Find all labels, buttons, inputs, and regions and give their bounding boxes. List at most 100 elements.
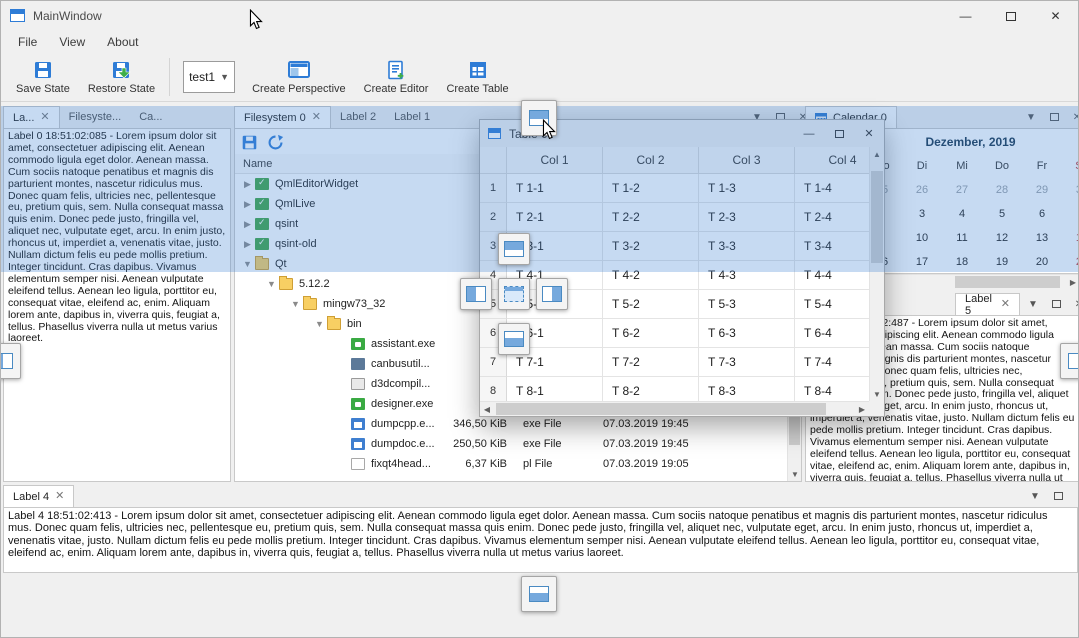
menu-view[interactable]: View (48, 31, 96, 53)
tab-close-icon[interactable]: ✕ (312, 112, 321, 123)
expanded-arrow-icon[interactable]: ▼ (241, 259, 254, 269)
scroll-left-icon[interactable]: ◀ (480, 402, 494, 416)
expanded-arrow-icon[interactable]: ▼ (313, 319, 326, 329)
table-vscrollbar[interactable]: ▲ ▼ (869, 147, 884, 401)
tab-close-icon[interactable]: ✕ (1001, 299, 1010, 310)
tab-label0[interactable]: La...✕ (3, 106, 60, 128)
row-header[interactable]: 2 (480, 203, 507, 232)
dock-float-icon[interactable] (1048, 296, 1064, 312)
fs-refresh-button[interactable] (265, 132, 285, 152)
create-editor-button[interactable]: Create Editor (355, 54, 438, 100)
dock-float-icon[interactable] (1050, 488, 1066, 504)
row-header[interactable]: 8 (480, 377, 507, 401)
tab-close-icon[interactable]: ✕ (55, 491, 64, 502)
table-cell[interactable]: T 5-3 (699, 290, 795, 319)
calendar-day[interactable]: 17 (902, 250, 942, 274)
calendar-day[interactable]: 6 (1022, 202, 1062, 226)
calendar-day[interactable]: 14 (1062, 226, 1079, 250)
calendar-day[interactable]: 3 (902, 202, 942, 226)
perspective-combo[interactable]: test1 ▼ (183, 61, 235, 93)
scroll-thumb[interactable] (955, 276, 1060, 288)
table-cell[interactable]: T 3-2 (603, 232, 699, 261)
calendar-day[interactable]: 26 (902, 178, 942, 202)
menu-file[interactable]: File (7, 31, 48, 53)
tree-row[interactable]: fixqt4head...6,37 KiBpl File07.03.2019 1… (235, 454, 787, 474)
fs-save-button[interactable] (239, 132, 259, 152)
expanded-arrow-icon[interactable]: ▼ (265, 279, 278, 289)
calendar-day[interactable]: 19 (982, 250, 1022, 274)
table-cell[interactable]: T 1-1 (507, 174, 603, 203)
dock-close-icon[interactable]: ✕ (1069, 109, 1079, 125)
table-cell[interactable]: T 6-4 (795, 319, 869, 348)
calendar-day[interactable]: 20 (1022, 250, 1062, 274)
scroll-down-icon[interactable]: ▼ (788, 467, 802, 481)
drop-indicator-left-edge[interactable] (0, 343, 21, 379)
maximize-button[interactable] (988, 1, 1033, 31)
table-hscrollbar[interactable]: ◀ ▶ (480, 401, 869, 416)
maximize-button[interactable] (824, 120, 854, 147)
table-cell[interactable]: T 8-4 (795, 377, 869, 401)
calendar-day[interactable]: 28 (982, 178, 1022, 202)
table-cell[interactable]: T 8-3 (699, 377, 795, 401)
tab-label2[interactable]: Label 2 (331, 106, 385, 128)
table-cell[interactable]: T 2-2 (603, 203, 699, 232)
table-cell[interactable]: T 1-2 (603, 174, 699, 203)
close-button[interactable]: ✕ (1033, 1, 1078, 31)
drop-indicator-area-bottom[interactable] (498, 323, 530, 355)
calendar-day[interactable]: 7 (1062, 202, 1079, 226)
calendar-day[interactable]: 12 (982, 226, 1022, 250)
calendar-day[interactable]: 30 (1062, 178, 1079, 202)
dock-menu-icon[interactable]: ▼ (1027, 488, 1043, 504)
table-cell[interactable]: T 2-1 (507, 203, 603, 232)
column-header[interactable]: Col 2 (603, 147, 699, 174)
tab-filesystem0[interactable]: Filesystem 0✕ (234, 106, 331, 128)
create-perspective-button[interactable]: Create Perspective (243, 54, 355, 100)
calendar-day[interactable]: 18 (942, 250, 982, 274)
tab-label4[interactable]: Label 4✕ (3, 485, 74, 507)
column-header[interactable]: Col 1 (507, 147, 603, 174)
row-header[interactable]: 1 (480, 174, 507, 203)
drop-indicator-area-center[interactable] (498, 278, 530, 310)
table-cell[interactable]: T 4-3 (699, 261, 795, 290)
collapsed-arrow-icon[interactable]: ▶ (241, 239, 254, 250)
calendar-month-title[interactable]: Dezember, 2019 (866, 135, 1075, 149)
tab-label5[interactable]: Label 5✕ (955, 293, 1020, 315)
menu-about[interactable]: About (96, 31, 149, 53)
calendar-day[interactable]: 11 (942, 226, 982, 250)
table-cell[interactable]: T 3-4 (795, 232, 869, 261)
table-cell[interactable]: T 2-4 (795, 203, 869, 232)
drop-indicator-area-right[interactable] (536, 278, 568, 310)
minimize-button[interactable]: — (794, 120, 824, 147)
scroll-thumb[interactable] (496, 403, 826, 415)
table-cell[interactable]: T 2-3 (699, 203, 795, 232)
restore-state-button[interactable]: Restore State (79, 54, 164, 100)
table-corner-header[interactable] (480, 147, 507, 174)
dock-float-icon[interactable] (1046, 109, 1062, 125)
table-cell[interactable]: T 7-4 (795, 348, 869, 377)
drop-indicator-bottom-edge[interactable] (521, 576, 557, 612)
table-cell[interactable]: T 5-2 (603, 290, 699, 319)
drop-indicator-top-edge[interactable] (521, 100, 557, 136)
dock-menu-icon[interactable]: ▼ (1023, 109, 1039, 125)
table-cell[interactable]: T 1-3 (699, 174, 795, 203)
drop-indicator-area-top[interactable] (498, 233, 530, 265)
minimize-button[interactable]: — (943, 1, 988, 31)
table-cell[interactable]: T 6-2 (603, 319, 699, 348)
tree-row[interactable]: dumpcpp.e...346,50 KiBexe File07.03.2019… (235, 414, 787, 434)
calendar-day[interactable]: 27 (942, 178, 982, 202)
scroll-right-icon[interactable]: ▶ (855, 402, 869, 416)
calendar-day[interactable]: 29 (1022, 178, 1062, 202)
scroll-thumb[interactable] (871, 171, 883, 263)
table-cell[interactable]: T 8-1 (507, 377, 603, 401)
collapsed-arrow-icon[interactable]: ▶ (241, 219, 254, 230)
table-cell[interactable]: T 5-4 (795, 290, 869, 319)
scroll-down-icon[interactable]: ▼ (870, 387, 884, 401)
create-table-button[interactable]: Create Table (437, 54, 517, 100)
drop-indicator-right-edge[interactable] (1060, 343, 1079, 379)
tab-filesystem-left[interactable]: Filesyste... (60, 106, 131, 128)
tree-row[interactable]: dumpdoc.e...250,50 KiBexe File07.03.2019… (235, 434, 787, 454)
calendar-day[interactable]: 10 (902, 226, 942, 250)
tab-label1[interactable]: Label 1 (385, 106, 439, 128)
calendar-day[interactable]: 4 (942, 202, 982, 226)
collapsed-arrow-icon[interactable]: ▶ (241, 179, 254, 190)
